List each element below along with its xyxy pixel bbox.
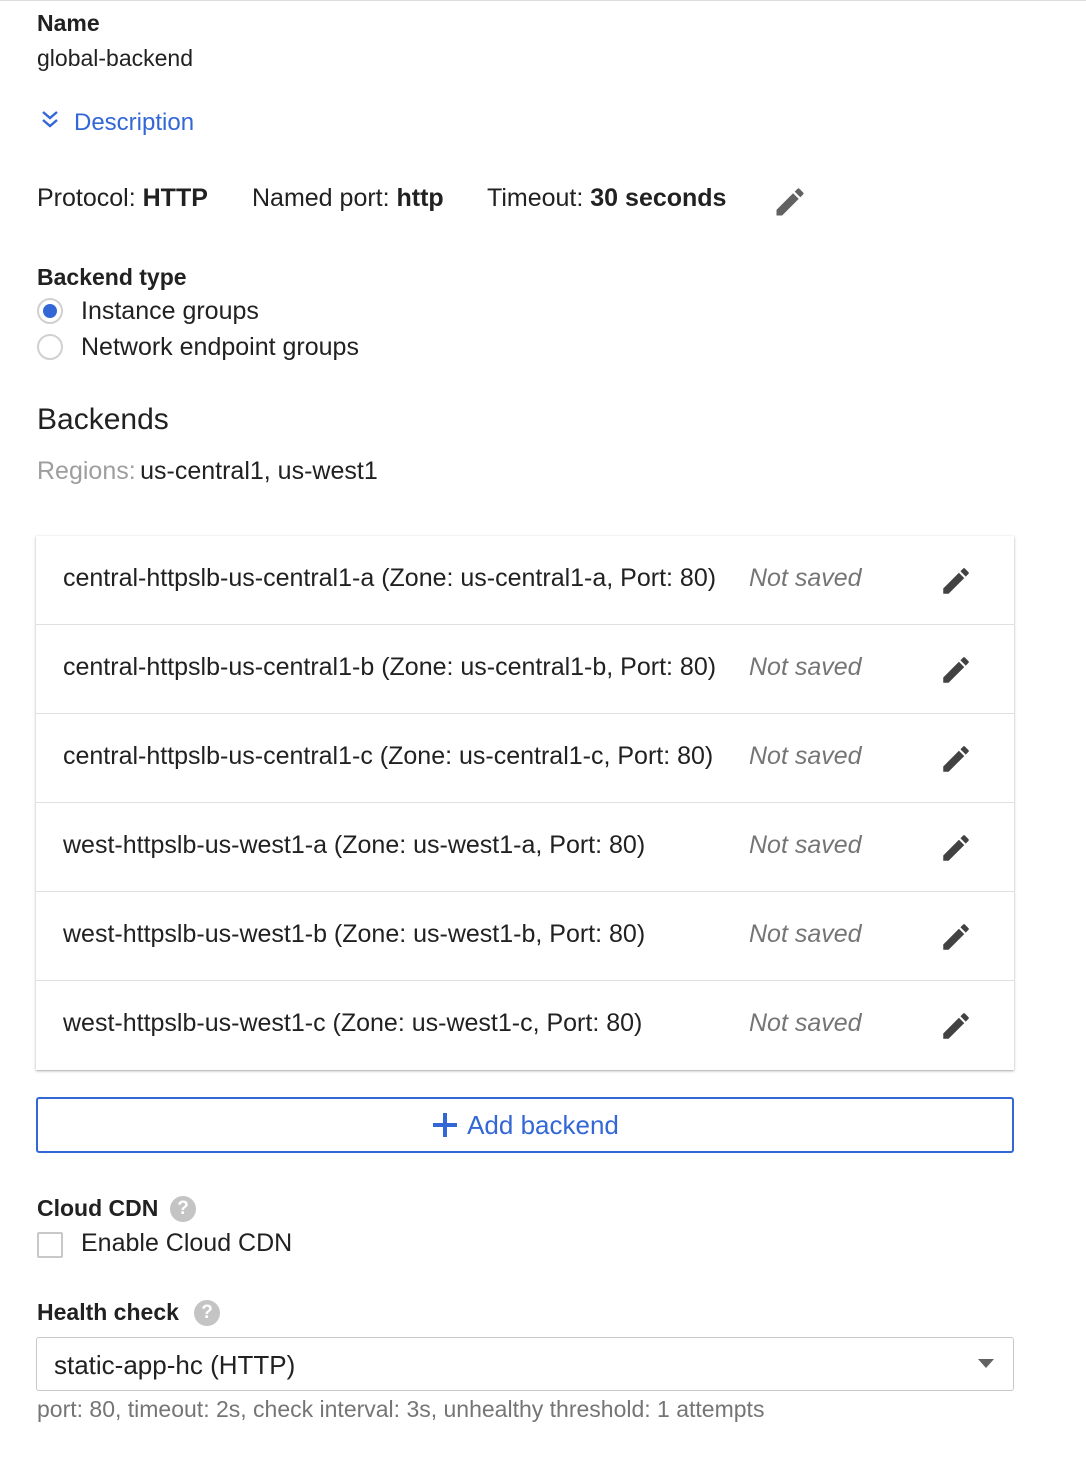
backend-row[interactable]: central-httpslb-us-central1-b (Zone: us-… bbox=[36, 625, 1014, 714]
regions-line: Regions: us-central1, us-west1 bbox=[37, 457, 378, 486]
timeout-key: Timeout: bbox=[487, 184, 584, 212]
named-port-key: Named port: bbox=[252, 184, 390, 212]
health-check-details: port: 80, timeout: 2s, check interval: 3… bbox=[37, 1396, 765, 1422]
radio-instance-groups[interactable] bbox=[37, 298, 63, 324]
backend-row-name: central-httpslb-us-central1-a (Zone: us-… bbox=[63, 564, 717, 592]
radio-network-endpoint-groups[interactable] bbox=[37, 334, 63, 360]
edit-backend-icon[interactable] bbox=[939, 564, 973, 598]
top-divider bbox=[0, 0, 1086, 1]
named-port-setting: Named port: http bbox=[252, 184, 444, 213]
backend-row-status: Not saved bbox=[749, 653, 862, 681]
health-check-selected: static-app-hc (HTTP) bbox=[54, 1350, 296, 1380]
backend-row-name: west-httpslb-us-west1-b (Zone: us-west1-… bbox=[63, 920, 646, 948]
regions-key: Regions: bbox=[37, 457, 136, 485]
chevron-double-down-icon bbox=[42, 111, 58, 128]
regions-value: us-central1, us-west1 bbox=[140, 457, 378, 485]
backends-list: central-httpslb-us-central1-a (Zone: us-… bbox=[36, 536, 1014, 1070]
backend-row-status: Not saved bbox=[749, 831, 862, 859]
edit-backend-icon[interactable] bbox=[939, 742, 973, 776]
plus-icon bbox=[433, 1113, 458, 1137]
backend-type-label: Backend type bbox=[37, 264, 187, 290]
backend-row[interactable]: central-httpslb-us-central1-c (Zone: us-… bbox=[36, 714, 1014, 803]
backend-row[interactable]: central-httpslb-us-central1-a (Zone: us-… bbox=[36, 536, 1014, 625]
cloud-cdn-label: Cloud CDN bbox=[37, 1195, 159, 1221]
backend-row-status: Not saved bbox=[749, 920, 862, 948]
backend-row-name: west-httpslb-us-west1-c (Zone: us-west1-… bbox=[63, 1009, 643, 1037]
timeout-value: 30 seconds bbox=[590, 184, 727, 212]
named-port-value: http bbox=[396, 184, 444, 212]
enable-cloud-cdn-label: Enable Cloud CDN bbox=[81, 1229, 293, 1257]
backend-row-name: west-httpslb-us-west1-a (Zone: us-west1-… bbox=[63, 831, 646, 859]
backend-row[interactable]: west-httpslb-us-west1-a (Zone: us-west1-… bbox=[36, 803, 1014, 892]
caret-down-icon bbox=[978, 1359, 994, 1368]
enable-cloud-cdn-checkbox[interactable] bbox=[37, 1232, 63, 1258]
backends-title: Backends bbox=[37, 403, 169, 436]
backend-row-name: central-httpslb-us-central1-b (Zone: us-… bbox=[63, 653, 717, 681]
timeout-setting: Timeout: 30 seconds bbox=[487, 184, 726, 213]
edit-backend-icon[interactable] bbox=[939, 1009, 973, 1043]
health-check-select[interactable]: static-app-hc (HTTP) bbox=[36, 1337, 1014, 1391]
backend-row-name: central-httpslb-us-central1-c (Zone: us-… bbox=[63, 742, 714, 770]
health-check-label: Health check bbox=[37, 1299, 179, 1325]
backend-row-status: Not saved bbox=[749, 564, 862, 592]
name-value: global-backend bbox=[37, 45, 194, 71]
backend-row[interactable]: west-httpslb-us-west1-c (Zone: us-west1-… bbox=[36, 981, 1014, 1070]
name-label: Name bbox=[37, 10, 100, 36]
backend-row[interactable]: west-httpslb-us-west1-b (Zone: us-west1-… bbox=[36, 892, 1014, 981]
protocol-value: HTTP bbox=[142, 184, 208, 212]
description-label: Description bbox=[74, 109, 195, 136]
backend-row-status: Not saved bbox=[749, 742, 862, 770]
health-check-help-icon[interactable]: ? bbox=[194, 1300, 220, 1326]
edit-backend-icon[interactable] bbox=[939, 920, 973, 954]
cloud-cdn-help-icon[interactable]: ? bbox=[170, 1196, 196, 1222]
edit-backend-icon[interactable] bbox=[939, 653, 973, 687]
edit-backend-icon[interactable] bbox=[939, 831, 973, 865]
add-backend-label: Add backend bbox=[467, 1109, 619, 1140]
protocol-key: Protocol: bbox=[37, 184, 136, 212]
radio-instance-groups-label: Instance groups bbox=[81, 297, 259, 325]
protocol-setting: Protocol: HTTP bbox=[37, 184, 208, 213]
pencil-icon[interactable] bbox=[772, 184, 808, 220]
radio-network-endpoint-groups-label: Network endpoint groups bbox=[81, 333, 359, 361]
add-backend-button[interactable]: Add backend bbox=[36, 1097, 1014, 1153]
backend-row-status: Not saved bbox=[749, 1009, 862, 1037]
